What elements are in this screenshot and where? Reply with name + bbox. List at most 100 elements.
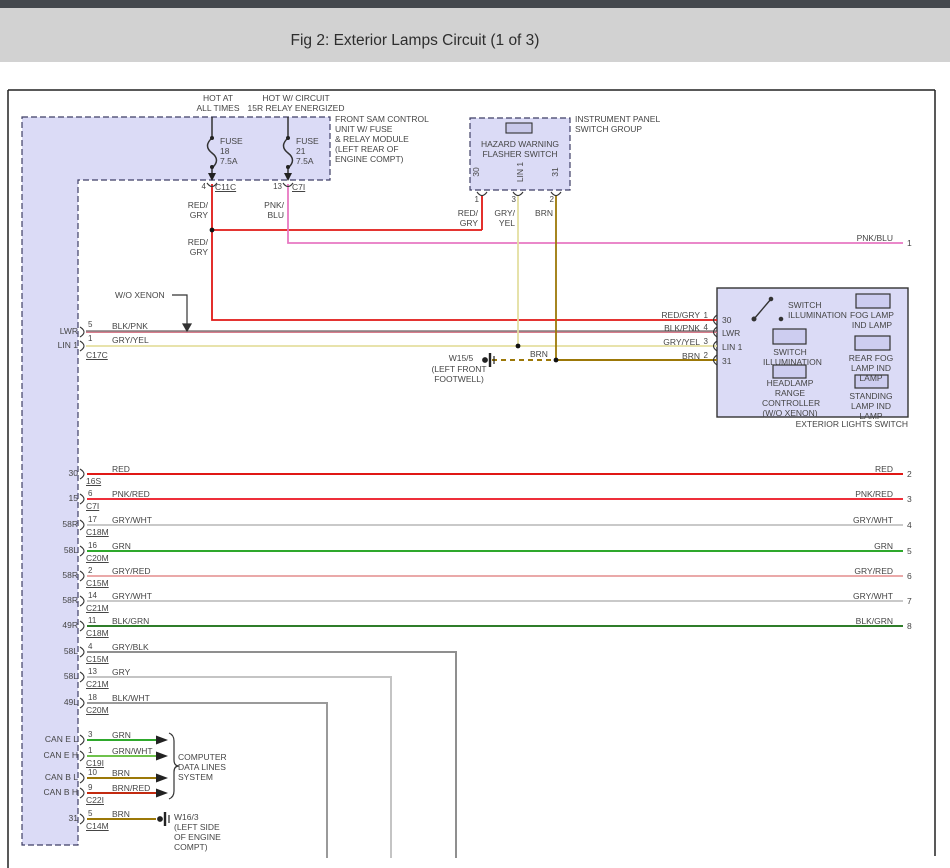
sam-lwr-label: LWR [36,326,78,336]
row-left-label: 49L [36,697,78,707]
hazard-wire-brn: BRN [513,208,553,218]
row-wire-name-right: GRY/WHT [795,591,893,601]
row-pin: 16 [88,541,97,550]
pnk-blu-right-label: PNK/BLU [795,233,893,243]
wire-label-pnk-blu: PNK/ BLU [244,200,284,220]
brn-label: BRN [530,349,548,359]
wire-gry [87,677,391,858]
row-conn: C21M [86,679,109,689]
wire-label-red-gry-1: RED/ GRY [168,200,208,220]
sam-lin1-label: LIN 1 [36,340,78,350]
circuit-num: 7 [907,596,912,606]
row-left-label: 30 [36,468,78,478]
standing-lamp-label: STANDING LAMP IND LAMP [842,391,900,421]
row-wire-name: RED [112,464,130,474]
can-conn: C22I [86,795,104,805]
row-conn: C15M [86,578,109,588]
row-conn: C18M [86,527,109,537]
hazard-pin-bottom-2: 2 [534,195,554,204]
circuit-num: 4 [907,520,912,530]
row-conn: 16S [86,476,101,486]
row-wire-name: BLK/GRN [112,616,149,626]
row-wire-name-right: PNK/RED [795,489,893,499]
row-wire-name-right: GRN [795,541,893,551]
row-conn: C20M [86,553,109,563]
fuse21-label: FUSE 21 7.5A [296,136,319,166]
wiring-svg [0,0,950,868]
row-wire-name: GRY/WHT [112,591,152,601]
row-pin: 13 [88,667,97,676]
pin-brackets [80,183,717,824]
row-left-label: 15 [36,493,78,503]
switch-illumination-1: SWITCH ILLUMINATION [788,300,847,320]
ground-row-conn: C14M [86,821,109,831]
fuse18-label: FUSE 18 7.5A [220,136,243,166]
can-pin: 3 [88,730,92,739]
row-left-label: 58L [36,545,78,555]
can-wire-name: GRN [112,730,131,740]
can-wire-name: BRN/RED [112,783,150,793]
row-wire-name: GRY/BLK [112,642,149,652]
sw-in-brn: BRN [630,351,700,361]
can-pin: 9 [88,783,92,792]
ground2-location: (LEFT SIDE OF ENGINE COMPT) [174,822,221,852]
sw-inner-30: 30 [722,315,731,325]
row-pin: 2 [88,566,92,575]
hazard-wire-gry-yel: GRY/ YEL [475,208,515,228]
row-left-label: 58R [36,519,78,529]
can-conn: C19I [86,758,104,768]
row-pin: 6 [88,489,92,498]
sw-in-pin-2: 2 [694,351,708,360]
sw-in-blk-pnk: BLK/PNK [630,323,700,333]
sw-in-pin-4: 4 [694,323,708,332]
computer-data-lines-label: COMPUTER DATA LINES SYSTEM [178,752,227,782]
sam-lwr-wire-label: BLK/PNK [112,321,148,331]
row-left-label: 49R [36,620,78,630]
ground1-name: W15/5 [440,353,482,363]
hot-relay-label: HOT W/ CIRCUIT 15R RELAY ENERGIZED [236,93,356,113]
ground-symbol-w16-3 [158,812,169,826]
row-pin: 17 [88,515,97,524]
wire-label-red-gry-2: RED/ GRY [168,237,208,257]
row-pin: 4 [88,642,92,651]
sam-module-label: FRONT SAM CONTROL UNIT W/ FUSE & RELAY M… [335,114,429,164]
hazard-pin-bottom-1: 1 [459,195,479,204]
sw-inner-lin1: LIN 1 [722,342,742,352]
circuit-num: 6 [907,571,912,581]
sam-lwr-pin: 5 [88,320,92,329]
sw-in-pin-3: 3 [694,337,708,346]
fog-lamp-label: FOG LAMP IND LAMP [846,310,898,330]
can-pin: 1 [88,746,92,755]
row-conn: C15M [86,654,109,664]
row-wire-name-right: RED [795,464,893,474]
sam-lin1-wire-label: GRY/YEL [112,335,149,345]
fuse21-conn: C7I [292,182,305,192]
can-left-label: CAN B L [30,772,78,782]
hazard-pin-bottom-3: 3 [496,195,516,204]
ground2-name: W16/3 [174,812,199,822]
row-left-label: 58L [36,646,78,656]
wiring-diagram-page: { "header": { "title": "Fig 2: Exterior … [0,0,950,868]
can-left-label: CAN E H [30,750,78,760]
sw-inner-lwr: LWR [722,328,740,338]
can-wire-name: GRN/WHT [112,746,153,756]
sam-c17c-conn: C17C [86,350,108,360]
ground1-location: (LEFT FRONT FOOTWELL) [426,364,492,384]
row-left-label: 58L [36,671,78,681]
can-left-label: CAN E L [30,734,78,744]
sw-in-gry-yel: GRY/YEL [630,337,700,347]
headlamp-range-label: HEADLAMP RANGE CONTROLLER (W/O XENON) [762,378,818,418]
circuit-num: 2 [907,469,912,479]
hazard-wire-red-gry: RED/ GRY [438,208,478,228]
row-wire-name: GRN [112,541,131,551]
ground-row-pin: 5 [88,809,92,818]
row-pin: 18 [88,693,97,702]
row-left-label: 58R [36,570,78,580]
exterior-lights-switch-caption: EXTERIOR LIGHTS SWITCH [758,419,908,429]
row-conn: C7I [86,501,99,511]
row-wire-name: BLK/WHT [112,693,150,703]
ground-row-wire-name: BRN [112,809,130,819]
circuit-num: 8 [907,621,912,631]
hazard-button-icon [506,123,532,133]
fuse21-pin: 13 [262,182,282,191]
